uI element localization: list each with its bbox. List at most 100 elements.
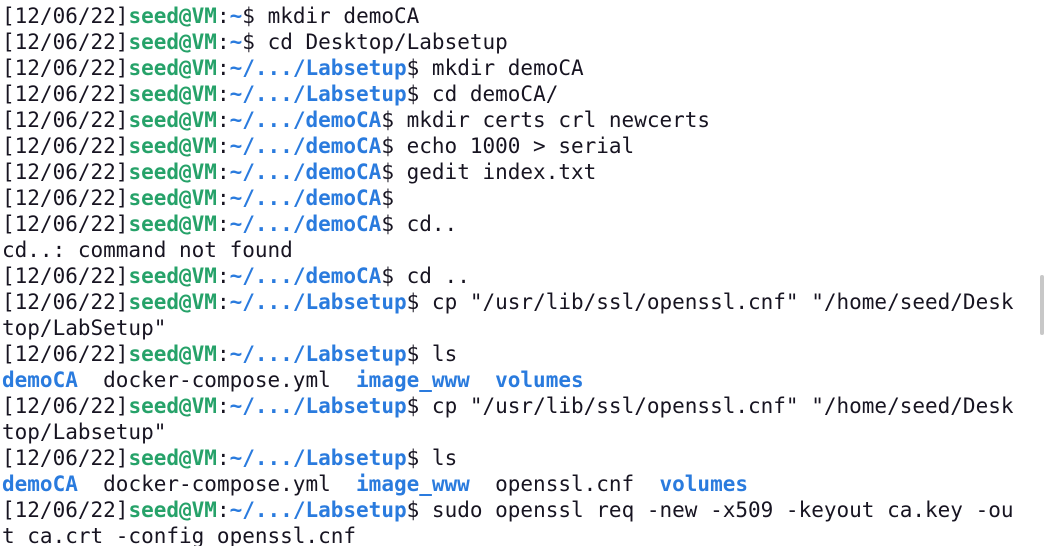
scrollbar-thumb[interactable] [1040,275,1044,335]
prompt-path: ~/.../Labsetup [229,290,407,314]
prompt-path: ~ [229,30,243,54]
prompt-line: [12/06/22]seed@VM:~/.../demoCA$ cd .. [2,263,1040,289]
ls-file: docker-compose.yml [103,368,331,392]
prompt-timestamp: [12/06/22] [2,134,129,158]
prompt-separator: : [216,160,230,184]
prompt-timestamp: [12/06/22] [2,160,129,184]
command-text: cp "/usr/lib/ssl/openssl.cnf" "/home/see… [431,394,1014,418]
prompt-timestamp: [12/06/22] [2,4,129,28]
prompt-dollar: $ [381,160,407,184]
ls-gap [331,368,356,392]
prompt-separator: : [216,82,230,106]
command-text: mkdir demoCA [431,56,584,80]
prompt-dollar: $ [406,394,432,418]
prompt-separator: : [216,56,230,80]
prompt-separator: : [216,186,230,210]
prompt-separator: : [216,290,230,314]
prompt-line: [12/06/22]seed@VM:~/.../Labsetup$ cp "/u… [2,289,1040,315]
prompt-timestamp: [12/06/22] [2,186,129,210]
prompt-dollar: $ [381,212,407,236]
command-text: gedit index.txt [406,160,597,184]
ls-output-line: demoCA docker-compose.yml image_www open… [2,471,1040,497]
prompt-dollar: $ [406,290,432,314]
ls-file: docker-compose.yml [103,472,331,496]
prompt-timestamp: [12/06/22] [2,342,129,366]
prompt-user-host: seed@VM [128,186,217,210]
ls-file: openssl.cnf [495,472,635,496]
prompt-timestamp: [12/06/22] [2,264,129,288]
ls-directory: image_www [356,368,470,392]
command-text: cd Desktop/Labsetup [267,30,508,54]
prompt-user-host: seed@VM [128,134,217,158]
prompt-line: [12/06/22]seed@VM:~/.../Labsetup$ cd dem… [2,81,1040,107]
prompt-user-host: seed@VM [128,264,217,288]
ls-gap [470,472,495,496]
output-text: cd..: command not found [2,238,293,262]
prompt-line: [12/06/22]seed@VM:~/.../Labsetup$ mkdir … [2,55,1040,81]
prompt-line: [12/06/22]seed@VM:~$ mkdir demoCA [2,3,1040,29]
output-text: top/LabSetup" [2,316,167,340]
prompt-separator: : [216,342,230,366]
ls-gap [331,472,356,496]
output-line: t ca.crt -config openssl.cnf [2,523,1040,546]
prompt-dollar: $ [381,108,407,132]
terminal-output[interactable]: [12/06/22]seed@VM:~$ mkdir demoCA [12/06/… [0,0,1040,546]
prompt-line: [12/06/22]seed@VM:~$ cd Desktop/Labsetup [2,29,1040,55]
prompt-line: [12/06/22]seed@VM:~/.../demoCA$ gedit in… [2,159,1040,185]
prompt-timestamp: [12/06/22] [2,290,129,314]
prompt-timestamp: [12/06/22] [2,30,129,54]
command-text: ls [431,342,458,366]
ls-gap [470,368,495,392]
prompt-dollar: $ [381,186,407,210]
prompt-dollar: $ [406,56,432,80]
ls-gap [78,472,103,496]
ls-output-line: demoCA docker-compose.yml image_www volu… [2,367,1040,393]
prompt-dollar: $ [406,498,432,522]
prompt-user-host: seed@VM [128,4,217,28]
command-text: cd.. [406,212,458,236]
prompt-path: ~/.../Labsetup [229,498,407,522]
output-line: top/Labsetup" [2,419,1040,445]
command-text: cd demoCA/ [431,82,559,106]
prompt-separator: : [216,446,230,470]
prompt-line: [12/06/22]seed@VM:~/.../demoCA$ echo 100… [2,133,1040,159]
prompt-timestamp: [12/06/22] [2,108,129,132]
prompt-line: [12/06/22]seed@VM:~/.../demoCA$ cd.. [2,211,1040,237]
prompt-timestamp: [12/06/22] [2,394,129,418]
prompt-separator: : [216,108,230,132]
command-text: echo 1000 > serial [406,134,635,158]
prompt-dollar: $ [381,134,407,158]
output-text: top/Labsetup" [2,420,167,444]
prompt-path: ~/.../Labsetup [229,82,407,106]
ls-directory: demoCA [2,472,78,496]
prompt-path: ~/.../demoCA [229,212,382,236]
prompt-user-host: seed@VM [128,498,217,522]
command-text: sudo openssl req -new -x509 -keyout ca.k… [431,498,1014,522]
prompt-dollar: $ [242,30,268,54]
prompt-timestamp: [12/06/22] [2,212,129,236]
prompt-path: ~/.../Labsetup [229,394,407,418]
prompt-user-host: seed@VM [128,56,217,80]
prompt-user-host: seed@VM [128,82,217,106]
prompt-separator: : [216,4,230,28]
prompt-timestamp: [12/06/22] [2,446,129,470]
prompt-path: ~/.../Labsetup [229,342,407,366]
prompt-path: ~ [229,4,243,28]
prompt-user-host: seed@VM [128,30,217,54]
prompt-line: [12/06/22]seed@VM:~/.../Labsetup$ sudo o… [2,497,1040,523]
ls-directory: volumes [659,472,749,496]
prompt-timestamp: [12/06/22] [2,498,129,522]
prompt-user-host: seed@VM [128,108,217,132]
prompt-line: [12/06/22]seed@VM:~/.../Labsetup$ ls [2,445,1040,471]
prompt-dollar: $ [242,4,268,28]
prompt-user-host: seed@VM [128,394,217,418]
prompt-path: ~/.../Labsetup [229,446,407,470]
prompt-dollar: $ [381,264,407,288]
prompt-user-host: seed@VM [128,212,217,236]
prompt-separator: : [216,30,230,54]
prompt-line: [12/06/22]seed@VM:~/.../demoCA$ [2,185,1040,211]
ls-directory: volumes [495,368,584,392]
prompt-separator: : [216,498,230,522]
prompt-user-host: seed@VM [128,446,217,470]
ls-gap [634,472,659,496]
